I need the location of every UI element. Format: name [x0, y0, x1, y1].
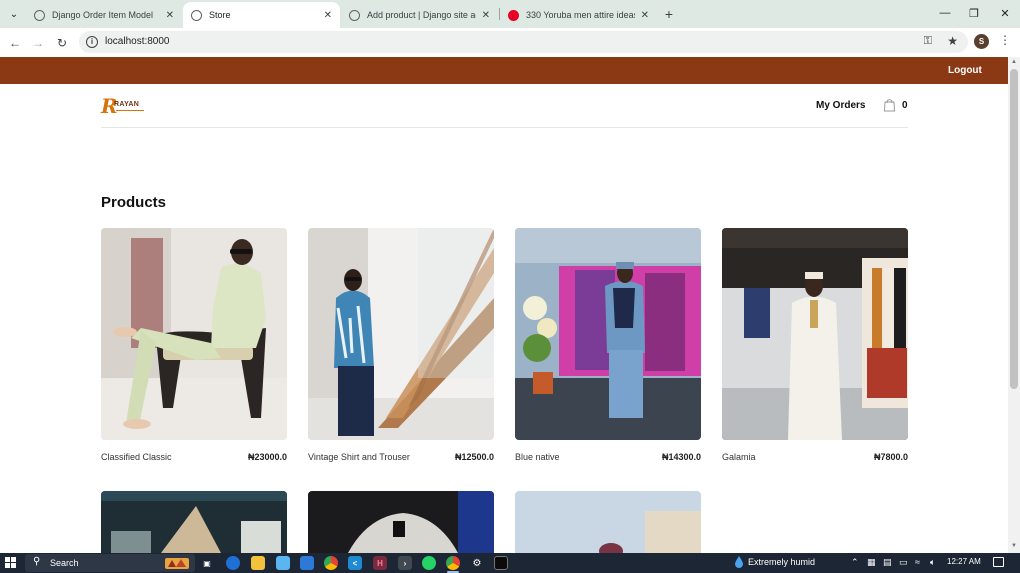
product-name[interactable]: Vintage Shirt and Trouser — [308, 452, 410, 462]
tray-app-icon[interactable]: ▦ — [867, 557, 876, 568]
browser-menu-icon[interactable]: ⋮ — [999, 33, 1011, 51]
taskbar-clock[interactable]: 12:27 AM — [947, 557, 981, 566]
product-price: ₦7800.0 — [873, 452, 908, 462]
close-tab-icon[interactable]: ✕ — [166, 10, 174, 21]
globe-icon — [349, 9, 360, 21]
close-window-icon[interactable]: ✕ — [995, 4, 1015, 22]
reload-icon[interactable]: ↻ — [53, 34, 71, 51]
tab-title: Django Order Item Model — [52, 10, 154, 20]
product-card[interactable]: Classified Classic ₦23000.0 — [101, 228, 287, 462]
tab-search-chevron-icon[interactable]: ⌄ — [4, 5, 24, 23]
scroll-down-icon[interactable]: ▼ — [1011, 543, 1017, 549]
close-tab-icon[interactable]: ✕ — [324, 10, 332, 21]
scroll-up-icon[interactable]: ▲ — [1011, 59, 1017, 65]
page-scrollbar[interactable]: ▲ ▼ — [1008, 57, 1020, 553]
url-text[interactable]: localhost:8000 — [105, 36, 170, 47]
console-icon[interactable] — [494, 556, 508, 570]
chevron-up-icon[interactable]: ⌃ — [851, 557, 859, 568]
logo-underline — [116, 110, 144, 111]
task-view-icon[interactable]: ▣ — [200, 556, 214, 570]
store-icon[interactable] — [276, 556, 290, 570]
product-card[interactable] — [515, 491, 701, 553]
page-viewport: Logout R RAYAN My Orders 0 Products Clas… — [0, 57, 1020, 553]
windows-taskbar: ⚲ Search ▣ < H › ⚙ Extremely humid ⌃ ▦ ▤… — [0, 553, 1020, 573]
new-tab-button[interactable]: + — [660, 5, 678, 23]
product-card[interactable] — [101, 491, 287, 553]
logo-text: RAYAN — [114, 101, 140, 108]
chrome-icon[interactable] — [324, 556, 338, 570]
tab-title: Add product | Django site adm — [367, 10, 476, 20]
back-arrow-icon[interactable]: ← — [6, 34, 24, 51]
product-image[interactable] — [308, 228, 494, 440]
password-key-icon[interactable]: ⚿ — [924, 35, 932, 48]
globe-icon — [191, 9, 202, 21]
product-name[interactable]: Galamia — [722, 452, 756, 462]
file-explorer-icon[interactable] — [251, 556, 265, 570]
tab-title: Store — [209, 10, 231, 20]
mail-icon[interactable] — [300, 556, 314, 570]
profile-avatar[interactable]: S — [974, 34, 989, 49]
design-app-icon[interactable]: H — [373, 556, 387, 570]
product-card[interactable]: Blue native ₦14300.0 — [515, 228, 701, 462]
search-label: Search — [50, 558, 79, 568]
product-name[interactable]: Classified Classic — [101, 452, 172, 462]
my-orders-link[interactable]: My Orders — [816, 100, 865, 111]
scroll-thumb[interactable] — [1010, 69, 1018, 389]
product-image[interactable] — [722, 228, 908, 440]
product-image[interactable] — [515, 228, 701, 440]
terminal-icon[interactable]: › — [398, 556, 412, 570]
product-card[interactable]: Galamia ₦7800.0 — [722, 228, 908, 462]
product-image[interactable] — [101, 491, 287, 553]
products-heading: Products — [101, 194, 167, 211]
volume-icon[interactable]: 🔈︎ — [930, 557, 935, 568]
close-tab-icon[interactable]: ✕ — [482, 10, 490, 21]
search-highlight-art-icon — [165, 558, 189, 569]
search-icon: ⚲ — [33, 556, 41, 567]
tab-store[interactable]: Store ✕ — [183, 2, 340, 28]
windows-start-icon[interactable] — [5, 557, 17, 569]
browser-toolbar: ← → ↻ i localhost:8000 ⚿ ★ — [0, 28, 1020, 57]
weather-status[interactable]: Extremely humid — [748, 557, 815, 567]
shopping-bag-icon[interactable] — [883, 98, 896, 112]
taskbar-search[interactable]: ⚲ Search — [25, 554, 195, 572]
tray-app-icon[interactable]: ▤ — [883, 557, 892, 568]
minimize-icon[interactable]: — — [935, 4, 955, 22]
pinterest-icon — [508, 9, 519, 21]
brand-logo[interactable]: R RAYAN — [101, 95, 147, 117]
tab-title: 330 Yoruba men attire ideas in — [526, 10, 635, 20]
whatsapp-icon[interactable] — [422, 556, 436, 570]
tab-add-product[interactable]: Add product | Django site adm ✕ — [341, 2, 498, 28]
cart-count: 0 — [902, 100, 908, 111]
globe-icon — [34, 9, 45, 21]
humidity-drop-icon — [735, 556, 743, 568]
site-header: R RAYAN My Orders 0 — [101, 84, 908, 128]
close-tab-icon[interactable]: ✕ — [641, 10, 649, 21]
edge-icon[interactable] — [226, 556, 240, 570]
product-price: ₦23000.0 — [247, 452, 287, 462]
product-image[interactable] — [101, 228, 287, 440]
product-card[interactable] — [308, 491, 494, 553]
product-image[interactable] — [515, 491, 701, 553]
site-topbar: Logout — [0, 57, 1008, 84]
battery-icon[interactable]: ▭ — [899, 557, 908, 568]
product-name[interactable]: Blue native — [515, 452, 560, 462]
browser-tab-strip: ⌄ Django Order Item Model ✕ Store ✕ Add … — [0, 0, 1020, 28]
notification-icon[interactable] — [993, 557, 1004, 567]
tab-pinterest[interactable]: 330 Yoruba men attire ideas in ✕ — [500, 2, 657, 28]
product-image[interactable] — [308, 491, 494, 553]
product-price: ₦14300.0 — [661, 452, 701, 462]
restore-icon[interactable]: ❐ — [964, 4, 984, 22]
vscode-icon[interactable]: < — [348, 556, 362, 570]
chrome-active-icon[interactable] — [446, 556, 460, 570]
wifi-icon[interactable]: ≈ — [915, 557, 920, 567]
product-price: ₦12500.0 — [454, 452, 494, 462]
tab-django-order-item-model[interactable]: Django Order Item Model ✕ — [26, 2, 182, 28]
settings-gear-icon[interactable]: ⚙ — [470, 556, 484, 570]
address-bar[interactable]: i localhost:8000 ⚿ ★ — [79, 31, 968, 53]
bookmark-star-icon[interactable]: ★ — [947, 34, 958, 48]
forward-arrow-icon[interactable]: → — [29, 34, 47, 51]
logout-link[interactable]: Logout — [948, 65, 1008, 76]
site-info-icon[interactable]: i — [86, 36, 98, 48]
product-card[interactable]: Vintage Shirt and Trouser ₦12500.0 — [308, 228, 494, 462]
